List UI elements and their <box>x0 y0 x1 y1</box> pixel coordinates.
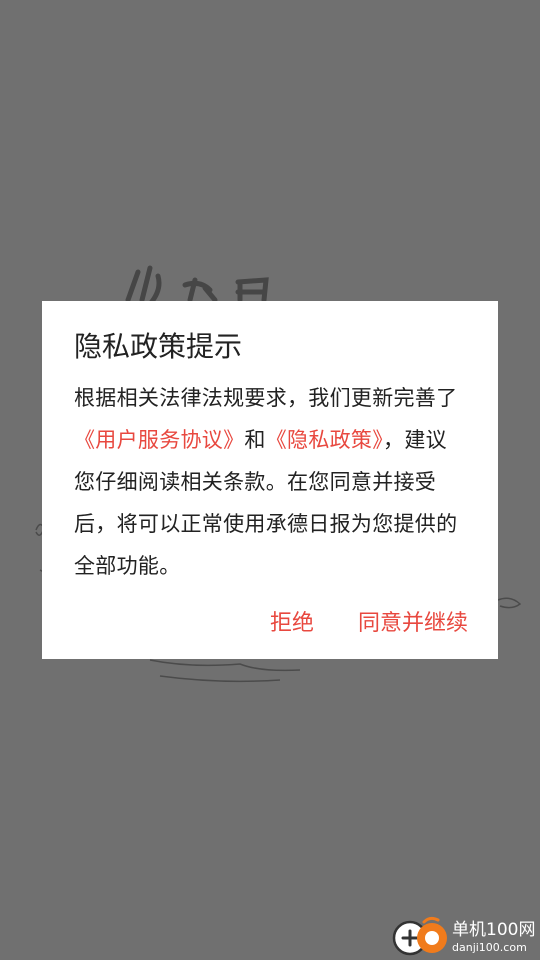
watermark-text: 单机100网 danji100.com <box>452 919 536 954</box>
watermark-name: 单机100网 <box>452 919 536 940</box>
body-text-part1: 根据相关法律法规要求，我们更新完善了 <box>74 386 458 410</box>
watermark-domain: danji100.com <box>452 940 527 954</box>
body-conjunction: 和 <box>244 428 266 452</box>
app-screen: 隐私政策提示 根据相关法律法规要求，我们更新完善了《用户服务协议》和《隐私政策》… <box>0 0 540 960</box>
dialog-actions: 拒绝 同意并继续 <box>270 601 468 641</box>
watermark-logo-icon <box>392 916 447 956</box>
dialog-body: 根据相关法律法规要求，我们更新完善了《用户服务协议》和《隐私政策》，建议您仔细阅… <box>74 377 466 587</box>
reject-button[interactable]: 拒绝 <box>270 601 314 641</box>
watermark: 单机100网 danji100.com <box>390 914 540 960</box>
user-agreement-link[interactable]: 《用户服务协议》 <box>74 428 244 452</box>
accept-continue-button[interactable]: 同意并继续 <box>358 601 468 641</box>
privacy-policy-link[interactable]: 《隐私政策》 <box>266 428 383 452</box>
privacy-policy-dialog: 隐私政策提示 根据相关法律法规要求，我们更新完善了《用户服务协议》和《隐私政策》… <box>42 301 498 659</box>
dialog-title: 隐私政策提示 <box>74 330 243 363</box>
